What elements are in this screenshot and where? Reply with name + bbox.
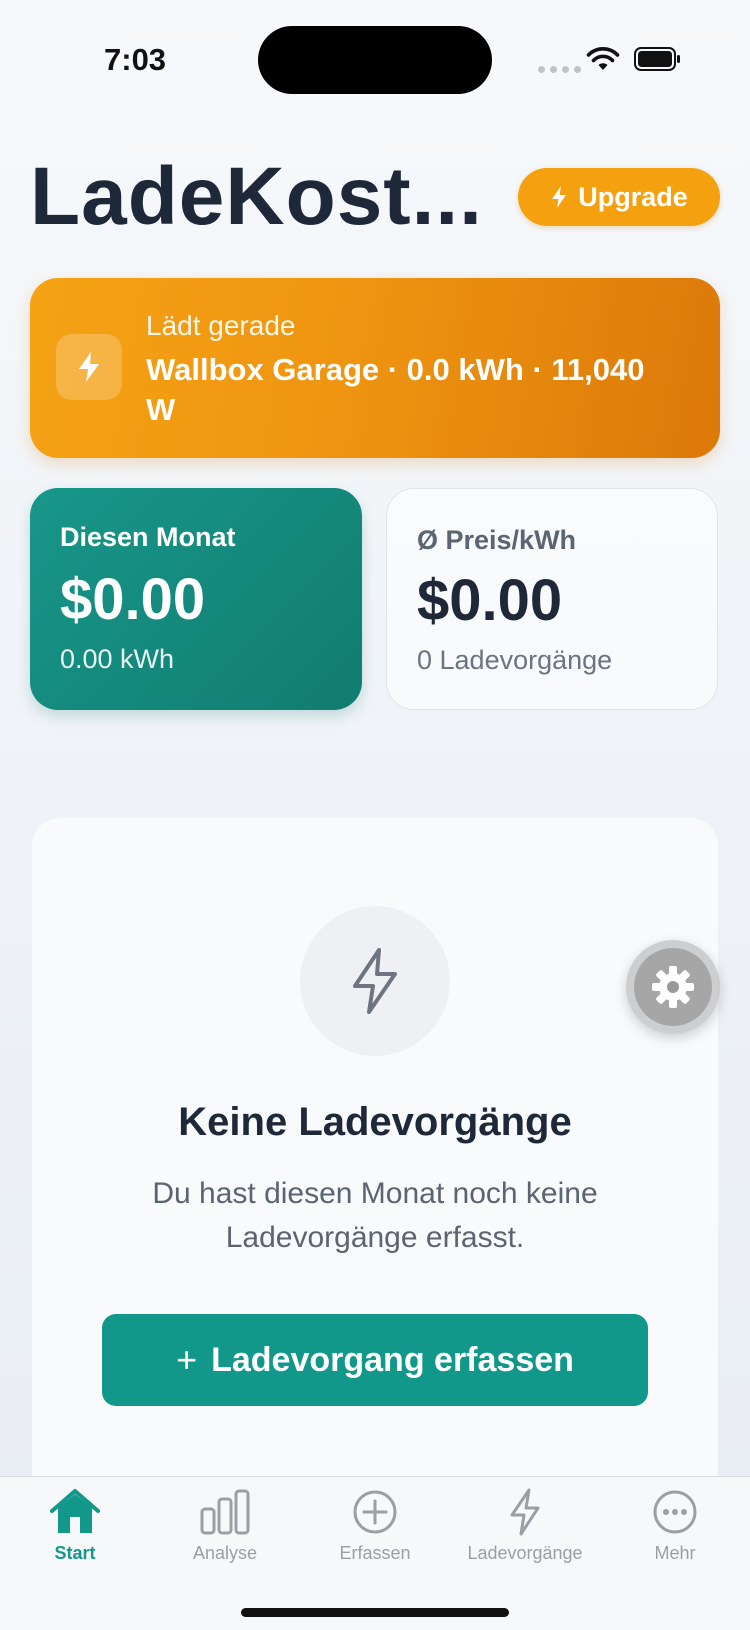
page-title: LadeKost... [30, 151, 483, 242]
charging-status-card[interactable]: Lädt gerade Wallbox Garage · 0.0 kWh · 1… [30, 278, 720, 458]
settings-button[interactable] [626, 940, 720, 1034]
charging-icon-box [56, 334, 122, 400]
empty-state-card: Keine Ladevorgänge Du hast diesen Monat … [32, 818, 718, 1538]
stat-card-month[interactable]: Diesen Monat $0.00 0.00 kWh [30, 488, 362, 710]
tab-ladevorgaenge-label: Ladevorgänge [467, 1543, 583, 1563]
tab-bar: Start Analyse Erfassen Ladevorgänge Mehr [0, 1476, 750, 1630]
stat-card-price[interactable]: Ø Preis/kWh $0.00 0 Ladevorgänge [386, 488, 718, 710]
stat-price-sessions: 0 Ladevorgänge [417, 645, 613, 675]
tab-mehr-label: Mehr [654, 1543, 696, 1563]
tab-start[interactable]: Start [0, 1487, 150, 1577]
empty-state-icon [300, 906, 450, 1056]
tab-mehr[interactable]: Mehr [600, 1487, 750, 1577]
plus-icon: + [176, 1339, 198, 1380]
empty-state-description: Du hast diesen Monat noch keine Ladevorg… [152, 1177, 598, 1254]
bolt-icon [552, 186, 567, 208]
stat-price-value: $0.00 [417, 568, 563, 633]
stat-price-title: Ø Preis/kWh [417, 525, 577, 555]
wifi-icon [586, 47, 620, 70]
add-charging-session-button[interactable]: + Ladevorgang erfassen [102, 1314, 648, 1406]
upgrade-label: Upgrade [578, 181, 688, 212]
signal-dots-icon [538, 66, 581, 73]
plus-circle-icon [353, 1490, 397, 1534]
stat-month-title: Diesen Monat [60, 522, 236, 552]
bar-chart-icon [200, 1489, 250, 1535]
bolt-icon [79, 352, 99, 382]
settings-button-inner [634, 948, 712, 1026]
more-circle-icon [653, 1490, 697, 1534]
tab-ladevorgaenge[interactable]: Ladevorgänge [450, 1487, 600, 1577]
tab-analyse-label: Analyse [192, 1543, 258, 1563]
status-time: 7:03 [104, 42, 167, 77]
gear-icon [652, 966, 694, 1008]
home-indicator [241, 1608, 509, 1617]
stat-month-energy: 0.00 kWh [60, 644, 175, 674]
battery-icon [634, 47, 680, 71]
charging-detail: Wallbox Garage · 0.0 kWh · 11,040 W [146, 352, 645, 427]
bolt-icon [510, 1488, 540, 1536]
dynamic-island [258, 26, 492, 94]
house-icon [50, 1489, 100, 1533]
bolt-outline-icon [353, 948, 397, 1014]
empty-state-title: Keine Ladevorgänge [178, 1100, 572, 1144]
upgrade-button[interactable]: Upgrade [518, 168, 720, 226]
stat-month-value: $0.00 [60, 567, 206, 632]
add-button-label: Ladevorgang erfassen [211, 1340, 574, 1379]
charging-label: Lädt gerade [146, 310, 296, 341]
tab-erfassen[interactable]: Erfassen [300, 1487, 450, 1577]
tab-start-label: Start [54, 1543, 96, 1563]
status-bar: 7:03 [0, 0, 750, 120]
tab-erfassen-label: Erfassen [339, 1543, 411, 1563]
tab-analyse[interactable]: Analyse [150, 1487, 300, 1577]
